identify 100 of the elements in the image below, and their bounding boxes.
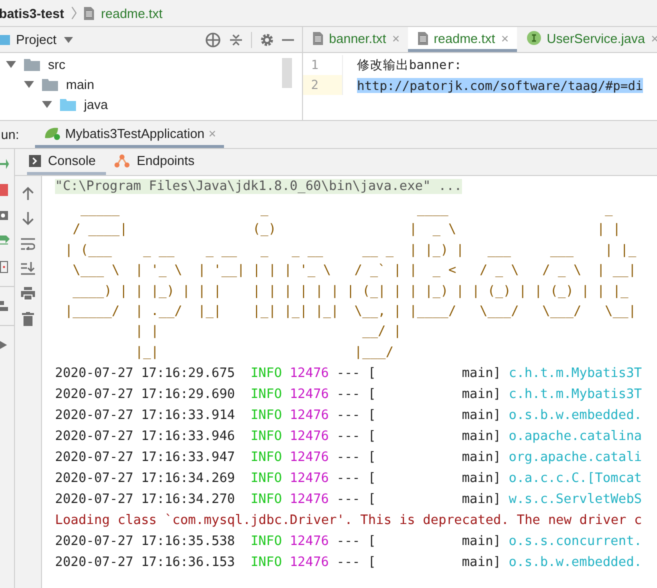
log-timestamp: 2020-07-27 17:16:29.690 xyxy=(55,386,236,404)
log-level: INFO xyxy=(250,386,282,404)
log-level: INFO xyxy=(250,449,282,468)
log-level: INFO xyxy=(250,533,282,552)
log-separator: --- xyxy=(336,407,360,426)
log-logger: o.a.c.c.C.[Tomcat xyxy=(508,470,642,488)
log-level: INFO xyxy=(250,428,282,446)
log-logger: o.s.b.w.embedded. xyxy=(508,554,642,572)
log-thread: [ main] xyxy=(368,386,501,404)
log-timestamp: 2020-07-27 17:16:29.675 xyxy=(55,365,236,384)
ascii-art-line: | | __/ | xyxy=(134,324,402,340)
print-icon[interactable] xyxy=(21,287,35,300)
log-pid: 12476 xyxy=(290,554,329,572)
ascii-art-line: ____) | | |_) | | | | | | | | | | (_| | | |_) | | (_) | | (_) | | |_ xyxy=(72,284,628,299)
down-arrow-icon[interactable] xyxy=(22,212,34,226)
log-pid: 12476 xyxy=(290,533,329,552)
log-logger: org.apache.catali xyxy=(508,449,642,468)
log-separator: --- xyxy=(336,470,360,488)
tree-item[interactable]: src xyxy=(48,56,66,72)
ascii-art-line: _____ _ ____ _ xyxy=(79,202,613,217)
interface-icon xyxy=(526,31,541,45)
collapse-icon[interactable] xyxy=(229,32,243,46)
log-thread: [ main] xyxy=(368,533,501,552)
log-timestamp: 2020-07-27 17:16:35.538 xyxy=(55,533,236,552)
log-pid: 12476 xyxy=(290,365,329,384)
leaf-icon xyxy=(43,126,62,140)
ascii-art-line: / ____| (_) | _ \ | | xyxy=(72,222,621,238)
file-icon xyxy=(313,32,323,44)
log-level: INFO xyxy=(250,491,282,510)
log-logger: w.s.c.ServletWebS xyxy=(508,491,642,510)
warning-message: Loading class `com.mysql.jdbc.Driver'. This is deprecated. The new driver c xyxy=(55,512,642,530)
scrollbar[interactable] xyxy=(282,58,292,88)
crosshair-icon[interactable] xyxy=(205,32,221,48)
ascii-art-line: | (___ _ __ _ __ _ _ __ __ _ | |_) | ___ ___ | |_ xyxy=(64,242,636,258)
code-line: 修改输出banner: xyxy=(356,56,462,74)
log-pid: 12476 xyxy=(290,449,329,468)
log-logger: o.s.b.w.embedded. xyxy=(508,407,642,426)
log-pid: 12476 xyxy=(290,470,329,488)
up-arrow-icon[interactable] xyxy=(22,186,34,200)
run-label: un: xyxy=(1,127,20,142)
log-thread: [ main] xyxy=(368,428,501,446)
log-separator: --- xyxy=(336,428,360,446)
log-separator: --- xyxy=(336,554,360,572)
log-separator: --- xyxy=(336,491,360,510)
log-separator: --- xyxy=(336,365,360,384)
log-logger: o.s.s.concurrent. xyxy=(508,533,642,552)
log-timestamp: 2020-07-27 17:16:36.153 xyxy=(55,554,236,572)
expand-arrow-icon[interactable] xyxy=(24,80,34,88)
folder-icon xyxy=(24,58,40,70)
expand-arrow-icon[interactable] xyxy=(6,60,16,68)
trash-icon[interactable] xyxy=(22,312,34,326)
log-separator: --- xyxy=(336,449,360,468)
expand-arrow-icon[interactable] xyxy=(42,100,52,108)
dropdown-icon[interactable] xyxy=(64,36,74,42)
log-level: INFO xyxy=(250,365,282,384)
file-tab[interactable]: readme.txt × xyxy=(408,27,517,52)
file-icon xyxy=(84,6,94,20)
log-separator: --- xyxy=(336,533,360,552)
endpoints-icon xyxy=(114,154,130,168)
log-logger: c.h.t.m.Mybatis3T xyxy=(508,386,642,404)
run-tab[interactable]: Mybatis3TestApplication × xyxy=(35,121,224,148)
settings-icon[interactable] xyxy=(260,32,274,46)
log-pid: 12476 xyxy=(290,428,329,446)
rerun-icon[interactable] xyxy=(0,157,9,171)
project-name[interactable]: batis3-test xyxy=(0,6,64,20)
file-icon xyxy=(418,32,428,44)
log-pid: 12476 xyxy=(290,491,329,510)
log-pid: 12476 xyxy=(290,407,329,426)
file-name[interactable]: readme.txt xyxy=(101,6,162,20)
log-level: INFO xyxy=(250,407,282,426)
panel-title[interactable]: Project xyxy=(16,32,56,47)
scroll-to-end-icon[interactable] xyxy=(21,262,35,275)
log-thread: [ main] xyxy=(368,470,501,488)
camera-icon[interactable] xyxy=(0,209,8,221)
chevron-icon xyxy=(71,6,78,20)
log-timestamp: 2020-07-27 17:16:34.269 xyxy=(55,470,236,488)
frame-icon[interactable] xyxy=(0,261,8,273)
log-level: INFO xyxy=(250,470,282,488)
console-icon xyxy=(29,154,41,166)
console-tab[interactable]: Endpoints xyxy=(112,149,205,175)
log-timestamp: 2020-07-27 17:16:33.947 xyxy=(55,449,236,468)
log-logger: c.h.t.m.Mybatis3T xyxy=(508,365,642,384)
log-timestamp: 2020-07-27 17:16:33.914 xyxy=(55,407,236,426)
log-separator: --- xyxy=(336,386,360,404)
line-number: 2 xyxy=(303,75,343,95)
folder-icon xyxy=(0,34,10,46)
folder-icon xyxy=(42,78,58,90)
log-thread: [ main] xyxy=(368,365,501,384)
ascii-art-line: |_____/ | .__/ |_| |_| |_| |_| \__, | |____/ \___/ \___/ \__| xyxy=(64,304,636,319)
log-pid: 12476 xyxy=(290,386,329,404)
log-level: INFO xyxy=(250,554,282,572)
soft-wrap-icon[interactable] xyxy=(21,238,35,250)
ascii-art-line: \___ \ | '_ \ | '__| | | | '_ \ / _` | | _ < / _ \ / _ \ | __| xyxy=(72,263,636,278)
tree-item[interactable]: main xyxy=(66,76,94,92)
tree-item[interactable]: java xyxy=(84,96,108,112)
log-thread: [ main] xyxy=(368,491,501,510)
log-thread: [ main] xyxy=(368,449,501,468)
log-thread: [ main] xyxy=(368,407,501,426)
log-thread: [ main] xyxy=(368,554,501,572)
file-tab[interactable]: banner.txt × xyxy=(303,27,408,52)
